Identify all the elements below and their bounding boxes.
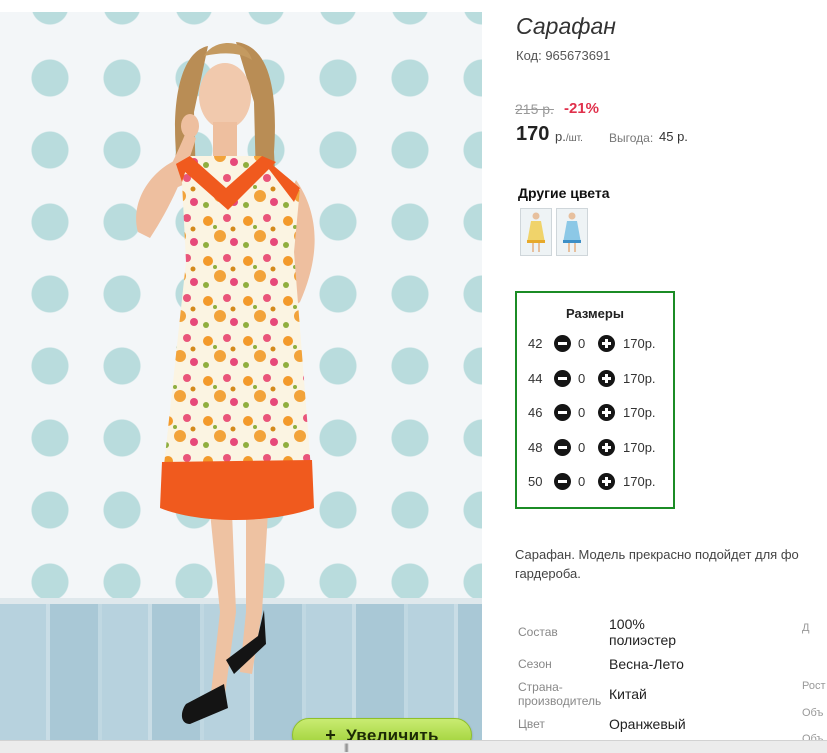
property-value: полиэстер <box>609 632 677 648</box>
property-value: Весна-Лето <box>609 656 684 672</box>
size-quantity[interactable]: 0 <box>578 405 585 420</box>
size-label: 42 <box>528 336 543 351</box>
size-price: 170р. <box>623 474 656 489</box>
size-row: 50 0 170р. <box>517 472 673 492</box>
size-price: 170р. <box>623 405 656 420</box>
property-label: Страна- <box>518 680 563 694</box>
description-line: Сарафан. Модель прекрасно подойдет для ф… <box>515 547 799 562</box>
size-row: 48 0 170р. <box>517 438 673 458</box>
dress-thumbnail-icon <box>563 212 581 252</box>
color-swatch-yellow[interactable] <box>520 208 552 256</box>
size-row: 46 0 170р. <box>517 403 673 423</box>
property-label: Состав <box>518 625 558 639</box>
other-colors-title: Другие цвета <box>518 185 610 201</box>
plus-icon: + <box>325 725 337 740</box>
size-price: 170р. <box>623 336 656 351</box>
plus-icon[interactable] <box>598 335 615 352</box>
product-code: Код: 965673691 <box>516 48 611 63</box>
size-label: 50 <box>528 474 543 489</box>
property-value: 100% <box>609 616 645 632</box>
color-swatch-blue[interactable] <box>556 208 588 256</box>
property-label-cut: Объ <box>802 707 824 719</box>
size-label: 48 <box>528 440 543 455</box>
plus-icon[interactable] <box>598 473 615 490</box>
minus-icon[interactable] <box>554 439 571 456</box>
size-quantity[interactable]: 0 <box>578 371 585 386</box>
size-quantity[interactable]: 0 <box>578 440 585 455</box>
savings-value: 45 р. <box>659 129 688 144</box>
zoom-button-label: Увеличить <box>346 726 439 740</box>
size-label: 44 <box>528 371 543 386</box>
sizes-panel: Размеры 42 0 170р. 44 0 170р. 46 0 170р.… <box>515 291 675 509</box>
description-line: гардероба. <box>515 566 581 581</box>
size-quantity[interactable]: 0 <box>578 336 585 351</box>
size-price: 170р. <box>623 371 656 386</box>
size-quantity[interactable]: 0 <box>578 474 585 489</box>
dress-thumbnail-icon <box>527 212 545 252</box>
plus-icon[interactable] <box>598 370 615 387</box>
minus-icon[interactable] <box>554 473 571 490</box>
product-title: Сарафан <box>516 13 616 39</box>
plus-icon[interactable] <box>598 404 615 421</box>
price-unit: р./шт. <box>555 129 583 144</box>
old-price: 215 р. <box>515 101 554 117</box>
size-price: 170р. <box>623 440 656 455</box>
price-unit-suffix: /шт. <box>565 133 583 144</box>
minus-icon[interactable] <box>554 370 571 387</box>
model-figure <box>136 42 315 724</box>
size-row: 42 0 170р. <box>517 334 673 354</box>
plus-icon[interactable] <box>598 439 615 456</box>
sizes-title: Размеры <box>566 306 624 321</box>
product-description: Сарафан. Модель прекрасно подойдет для ф… <box>515 545 827 583</box>
size-label: 46 <box>528 405 543 420</box>
property-label-cut: Д <box>802 622 810 634</box>
scrollbar-grip-icon[interactable]: ||| <box>344 742 349 752</box>
product-photo[interactable]: + Увеличить <box>0 12 482 740</box>
property-label: Сезон <box>518 657 552 671</box>
current-price: 170 <box>516 123 550 145</box>
savings-label: Выгода: <box>609 131 654 145</box>
zoom-button[interactable]: + Увеличить <box>292 718 472 740</box>
property-label: Цвет <box>518 717 545 731</box>
property-value: Китай <box>609 686 647 702</box>
property-label: производитель <box>518 694 602 708</box>
discount-badge: -21% <box>564 100 600 117</box>
property-value: Оранжевый <box>609 716 686 732</box>
horizontal-scrollbar[interactable]: ||| <box>0 740 827 753</box>
size-row: 44 0 170р. <box>517 369 673 389</box>
minus-icon[interactable] <box>554 404 571 421</box>
property-label-cut: Рост <box>802 680 826 692</box>
minus-icon[interactable] <box>554 335 571 352</box>
